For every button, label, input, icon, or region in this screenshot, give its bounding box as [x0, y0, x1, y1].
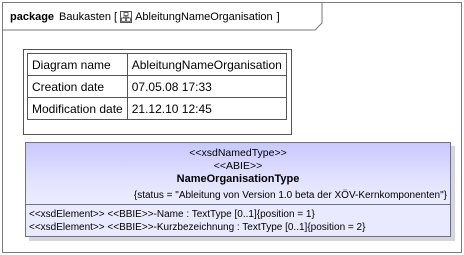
attribute-compartment: <<xsdElement>> <<BBIE>>-Name : TextType … [29, 208, 365, 234]
frame-name-tab: package Baukasten [ AbleitungNameOrganis… [3, 3, 323, 31]
stereotype-xsd-named-type: <<xsdNamedType>> [189, 147, 287, 159]
class-name: NameOrganisationType [176, 173, 300, 185]
info-label: Modification date [27, 97, 128, 120]
table-row: Creation date 07.05.08 17:33 [27, 75, 287, 98]
frame-title: package Baukasten [ AbleitungNameOrganis… [10, 11, 280, 23]
info-value: 21.12.10 12:45 [126, 97, 287, 120]
attribute-item: <<xsdElement>> <<BBIE>>-Kurzbezeichnung … [29, 222, 366, 233]
diagram-info-table: Diagram name AbleitungNameOrganisation C… [27, 53, 287, 120]
table-row: Modification date 21.12.10 12:45 [27, 97, 287, 120]
info-value: AbleitungNameOrganisation [126, 53, 287, 76]
open-bracket: [ [114, 11, 118, 23]
class-diagram-icon [120, 11, 133, 23]
info-value: 07.05.08 17:33 [126, 75, 287, 98]
info-label: Creation date [27, 75, 128, 98]
close-bracket: ] [276, 11, 280, 23]
attribute-item: <<xsdElement>> <<BBIE>>-Name : TextType … [29, 209, 315, 220]
class-header: <<xsdNamedType>> <<ABIE>> NameOrganisati… [26, 143, 450, 205]
stereotype-abie: <<ABIE>> [213, 160, 263, 172]
package-keyword: package [10, 11, 55, 23]
tagged-value: {status = "Ableitung von Version 1.0 bet… [133, 190, 447, 201]
table-row: Diagram name AbleitungNameOrganisation [27, 53, 287, 76]
diagram-name: AbleitungNameOrganisation [135, 11, 273, 23]
info-label: Diagram name [27, 53, 128, 76]
package-name: Baukasten [59, 11, 112, 23]
class-box[interactable]: <<xsdNamedType>> <<ABIE>> NameOrganisati… [25, 142, 451, 237]
